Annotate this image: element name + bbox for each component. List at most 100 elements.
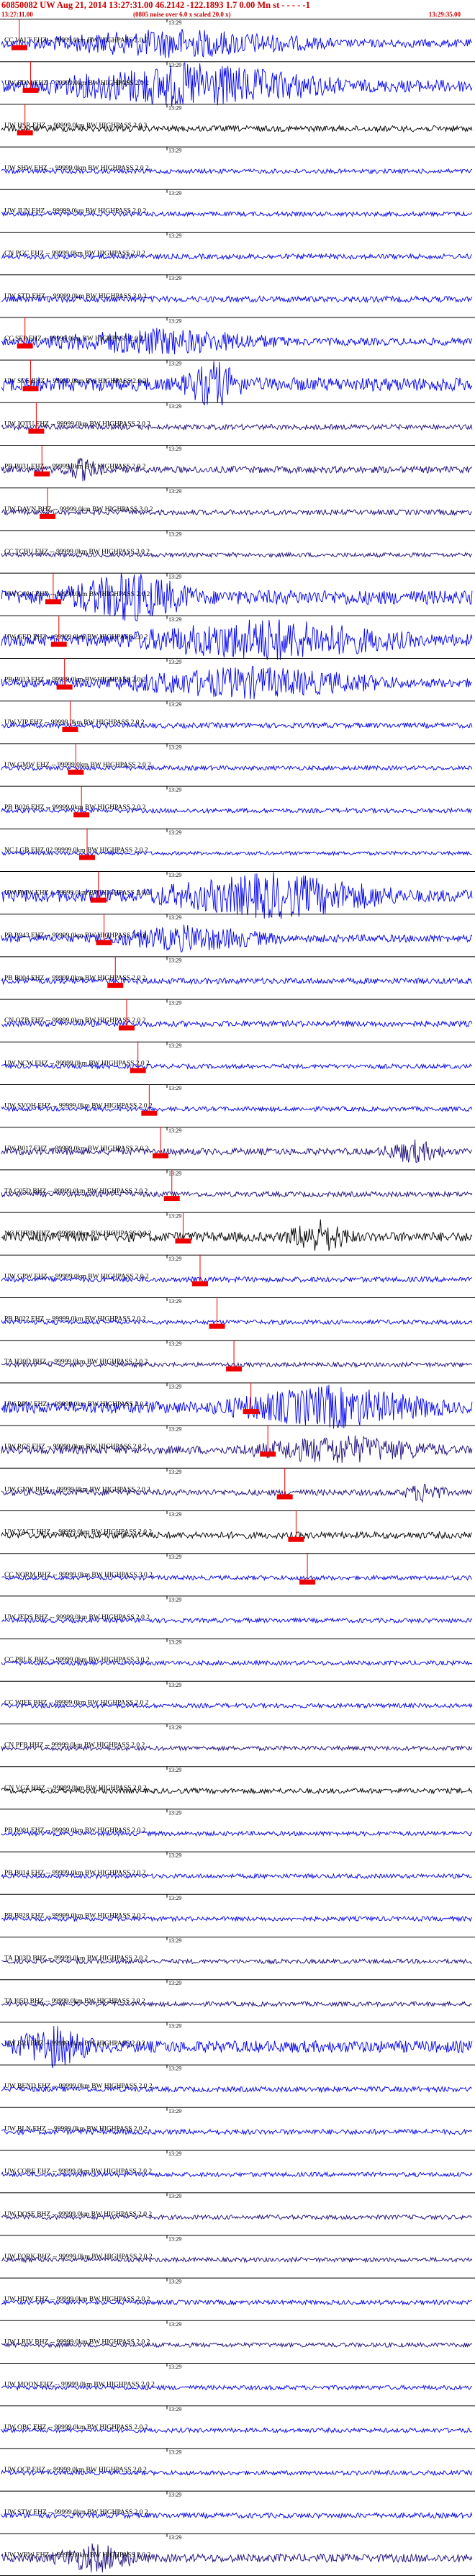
trace-row: 13:29 UW RPW EHZ -- 99999.0km BW HIGHPASS… (0, 1382, 475, 1429)
trace-row: 13:29 UW RCS EHZ -- 99999.0km BW HIGHPASS… (0, 1425, 475, 1463)
time-tick-label: 13:29 (168, 787, 181, 793)
time-tick-label: 13:29 (168, 2534, 181, 2541)
trace-row: 13:29 UW GMW EHZ -- 99999.0km BW HIGHPASS… (0, 743, 475, 775)
time-tick-label: 13:29 (168, 1852, 181, 1859)
channel-label: UW DAVN BHZ -- 99999.0km BW HIGHPASS 3.0… (4, 506, 153, 513)
trace-row: 13:29 CN PFB HHZ -- 99999.0km BW HIGHPASS… (0, 1724, 475, 1752)
channel-label: UW LRIV BHZ -- 99999.0km BW HIGHPASS 2.0… (4, 2338, 150, 2346)
trace-row: 13:29 PB B013 EHZ -- 99999.0km BW HIGHPAS… (0, 658, 475, 700)
channel-label: UW STD EHZ -- 99999.0km BW HIGHPASS 3.0 … (4, 293, 147, 300)
time-tick-label: 13:29 (168, 2279, 181, 2285)
trace-row: 13:29 UW LRIV BHZ -- 99999.0km BW HIGHPAS… (0, 2320, 475, 2348)
phase-pick-marker (163, 1196, 180, 1202)
channel-label: UW SVOH EHZ -- 99999.0km BW HIGHPASS 2.0… (4, 1103, 153, 1110)
time-tick-label: 13:29 (168, 2492, 181, 2498)
time-tick-label: 13:29 (168, 872, 181, 878)
channel-label: UW HDW EHZ -- 99999.0km BW HIGHPASS 2.0 … (4, 2296, 150, 2303)
phase-pick-marker (17, 343, 33, 349)
trace-row: 13:29 UW BEND EHZ -- 99999.0km BW HIGHPAS… (0, 2064, 475, 2094)
time-tick-label: 13:29 (168, 1469, 181, 1475)
scaling-note: (0805 noise over 6.0 x scaled 20.0 x) (133, 11, 231, 18)
trace-row: 13:29 UW YACT HHZ -- 99999.0km BW HIGHPAS… (0, 1510, 475, 1542)
time-tick-label: 13:29 (168, 957, 181, 963)
phase-pick-marker (17, 130, 33, 136)
channel-label: CN PGC EHZ -- 99999.0km BW HIGHPASS 2.0 … (4, 251, 145, 258)
time-tick-label: 13:29 (168, 2235, 181, 2242)
time-tick-label: 13:29 (168, 2406, 181, 2413)
channel-label: UW CORE EHZ -- 99999.0km BW HIGHPASS 2.0… (4, 2169, 152, 2176)
phase-pick-marker (130, 1068, 146, 1073)
channel-label: CC PRLK BHZ -- 99999.0km BW HIGHPASS 3.0… (4, 1657, 150, 1664)
trace-row: 13:29 CC TCBU EHZ -- 99999.0km BW HIGHPAS… (0, 530, 475, 559)
trace-row: 13:29 UW GOW EHZ -- 99999.0km BW HIGHPASS… (0, 572, 475, 622)
trace-row: 13:29 NC KHBB HHZ -- 99999.0km BW HIGHPAS… (0, 1212, 475, 1251)
trace-row: 13:29 UW SVOH EHZ -- 99999.0km BW HIGHPAS… (0, 1084, 475, 1116)
trace-row: 13:29 UW DAVN BHZ -- 99999.0km BW HIGHPAS… (0, 487, 475, 519)
channel-label: PB B013 EHZ -- 99999.0km BW HIGHPASS 2.0… (4, 677, 146, 684)
channel-label: UW OCP EHZ -- 99999.0km BW HIGHPASS 2.0 … (4, 2467, 147, 2474)
time-tick-label: 13:29 (168, 1000, 181, 1006)
trace-row: 13:29 NC LGB EHZ 02 99999.0km BW HIGHPASS… (0, 828, 475, 860)
channel-label: UW GPW EHZ -- 99999.0km BW HIGHPASS 2.0 … (4, 1273, 149, 1280)
channel-label: CC WIFE BHZ -- 99999.0km BW HIGHPASS 2.0… (4, 1699, 149, 1706)
time-tick-label: 13:29 (168, 148, 181, 154)
channel-label: UW GMW EHZ -- 99999.0km BW HIGHPASS 2.0 … (4, 762, 151, 769)
trace-row: 13:29 UW JUN EHZ -- 99999.0km BW HIGHPASS… (0, 189, 475, 217)
time-tick-label: 13:29 (168, 233, 181, 239)
channel-label: UW WRW EHZ -- 99999.0km BW HIGHPASS 2.0 … (4, 2552, 150, 2559)
time-tick-label: 13:29 (168, 1639, 181, 1646)
trace-row: 13:29UW EDM EHZ -- 99999.0km BW HIGHPASS… (0, 61, 475, 107)
time-tick-label: 13:29 (168, 1341, 181, 1347)
trace-row: 13:29 PB B928 EHZ -- 99999.0km BW HIGHPAS… (0, 1893, 475, 1922)
channel-label: UW NCW EHZ -- 99999.0km BW HIGHPASS 2.0 … (4, 1060, 150, 1067)
trace-row: 13:29 UW GPW EHZ -- 99999.0km BW HIGHPASS… (0, 1254, 475, 1287)
channel-label: CN OZB EHZ -- 99999.0km BW HIGHPASS 2.0 … (4, 1017, 146, 1024)
time-tick-label: 13:29 (168, 1895, 181, 1901)
channel-label: UW BLN EHZ -- 99999.0km BW HIGHPASS 2.0 … (4, 2125, 148, 2133)
time-tick-label: 13:29 (168, 1511, 181, 1518)
time-tick-label: 13:29 (168, 659, 181, 665)
time-tick-label: 13:29 (168, 1554, 181, 1560)
phase-pick-marker (28, 428, 45, 434)
time-tick-label: 13:29 (168, 361, 181, 367)
channel-label: UW GOW EHZ -- 99999.0km BW HIGHPASS 2.0 … (4, 591, 150, 598)
time-tick-label: 13:29 (168, 744, 181, 750)
trace-row: 13:29 UW GNW BHZ -- 99999.0km BW HIGHPASS… (0, 1467, 475, 1503)
time-tick-label: 13:29 (168, 1767, 181, 1773)
channel-label: UW OBC EHZ -- 99999.0km BW HIGHPASS 2.0 … (4, 2424, 148, 2431)
trace-row: 13:29 UW MOON EHZ -- 99999.0km BW HIGHPAS… (0, 2363, 475, 2392)
phase-pick-marker (118, 1025, 135, 1031)
trace-row: 13:29 TA G05D BHZ -- 99999.0km BW HIGHPAS… (0, 1169, 475, 1202)
trace-row: 13:29 UW GED EHZ -- 99999.0km BW HIGHPASS… (0, 615, 475, 660)
trace-row: 13:29 UW BLN EHZ -- 99999.0km BW HIGHPASS… (0, 2107, 475, 2136)
channel-label: UW STW EHZ -- 99999.0km BW HIGHPASS 2.0 … (4, 2509, 148, 2516)
time-tick-label: 13:29 (168, 1596, 181, 1603)
trace-row: 13:29 UW OCP EHZ -- 99999.0km BW HIGHPASS… (0, 2448, 475, 2477)
channel-label: TA I05D BHZ -- 99999.0km BW HIGHPASS 2.0… (4, 1998, 145, 2005)
channel-label: CN PFB HHZ -- 99999.0km BW HIGHPASS 2.0 … (4, 1742, 145, 1749)
trace-row: 13:29 UW OBC EHZ -- 99999.0km BW HIGHPASS… (0, 2405, 475, 2434)
channel-label: NC KHBB HHZ -- 99999.0km BW HIGHPASS 2.0… (4, 1230, 152, 1238)
trace-row: 13:29 UW SHW EHZ -- 99999.0km BW HIGHPASS… (0, 146, 475, 175)
time-tick-label: 13:29 (168, 446, 181, 452)
phase-pick-marker (288, 1536, 304, 1542)
trace-row: 13:29 UW JEDS BHZ -- 99999.0km BW HIGHPAS… (0, 1595, 475, 1624)
trace-row: 13:29 CC NORM BHZ -- 99999.0km BW HIGHPAS… (0, 1553, 475, 1585)
phase-pick-marker (153, 1153, 169, 1158)
channel-label: PB B943 EHZ -- 99999.0km BW HIGHPASS 2.0… (4, 932, 146, 940)
channel-label: NC LGB EHZ 02 99999.0km BW HIGHPASS 2.0 … (4, 847, 148, 854)
trace-row: 13:29 UW VIP EHZ -- 99999.0km BW HIGHPASS… (0, 701, 475, 732)
channel-label: CN VGZ HHZ -- 99999.0km BW HIGHPASS 2.0 … (4, 1785, 147, 1792)
channel-label: UW SOS EHZ -- 99999.0km BW HIGHPASS 2.0 … (4, 378, 146, 385)
phase-pick-marker (79, 855, 96, 860)
end-time-label: 13:29:35.00 (428, 11, 461, 18)
channel-label: PB B022 EHZ -- 99999.0km BW HIGHPASS 2.0… (4, 1316, 146, 1323)
phase-pick-marker (73, 812, 90, 818)
time-tick-label: 13:29 (168, 2151, 181, 2157)
channel-label: UW MOON EHZ -- 99999.0km BW HIGHPASS 2.0… (4, 2382, 155, 2389)
phase-pick-marker (299, 1579, 316, 1585)
trace-row: 13:29 UW FMW EHZ -- 99999.0km BW HIGHPASS… (0, 871, 475, 919)
channel-label: UW FMW EHZ -- 99999.0km BW HIGHPASS 2.0 … (4, 890, 150, 897)
channel-label: UW B017 EHZ -- 99999.0km BW HIGHPASS 2.0… (4, 1145, 149, 1153)
trace-row: 13:29 UW B017 EHZ -- 99999.0km BW HIGHPAS… (0, 1127, 475, 1163)
